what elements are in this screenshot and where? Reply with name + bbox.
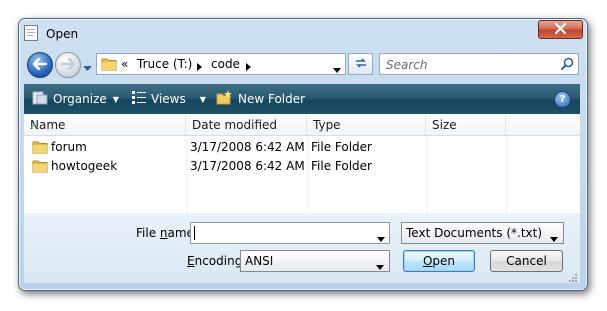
column-header-date[interactable]: Date modified (186, 114, 307, 136)
file-name: howtogeek (51, 159, 118, 173)
chevron-down-icon: ▼ (199, 94, 206, 104)
file-date: 3/17/2008 6:42 AM (190, 159, 305, 173)
resize-grip-icon[interactable] (567, 271, 577, 285)
sort-ascending-icon (29, 118, 40, 132)
window-title: Open (46, 27, 79, 41)
file-type: File Folder (311, 159, 372, 173)
breadcrumb-overflow[interactable]: « (121, 57, 128, 71)
search-icon[interactable] (560, 57, 574, 74)
chevron-down-icon (83, 61, 92, 75)
column-header-type[interactable]: Type (307, 114, 426, 136)
recent-pages-button[interactable] (83, 61, 92, 75)
column-header-filler (506, 114, 580, 136)
cancel-button[interactable]: Cancel (490, 250, 563, 272)
chevron-down-icon (550, 231, 558, 245)
folder-icon (101, 57, 117, 74)
file-list[interactable]: Name Date modified Type Size forum 3/17/… (24, 114, 580, 213)
file-type: File Folder (311, 140, 372, 154)
views-button[interactable]: Views ▼ (132, 84, 206, 114)
column-header-size[interactable]: Size (426, 114, 506, 136)
forward-arrow-icon (60, 57, 76, 73)
file-name-label: File name: (136, 226, 198, 240)
file-type-value: Text Documents (*.txt) (406, 226, 543, 240)
triangle-right-icon[interactable] (246, 60, 251, 74)
close-icon (554, 22, 567, 37)
encoding-value: ANSI (245, 254, 274, 268)
chevron-down-icon (376, 259, 384, 273)
back-button[interactable] (27, 52, 53, 78)
organize-button[interactable]: Organize ▼ (32, 84, 119, 114)
cancel-label: Cancel (506, 254, 547, 268)
help-icon: ? (559, 94, 566, 105)
file-name: forum (51, 140, 87, 154)
text-cursor (194, 226, 195, 240)
views-icon (132, 91, 146, 107)
breadcrumb-folder[interactable]: code (211, 57, 240, 71)
new-folder-icon (216, 90, 233, 108)
folder-icon (32, 140, 48, 157)
help-button[interactable]: ? (554, 91, 571, 108)
search-input[interactable]: Search (379, 53, 579, 75)
encoding-label: Encoding: (187, 254, 247, 268)
file-row[interactable]: forum 3/17/2008 6:42 AM File Folder (24, 138, 580, 157)
column-header-label: Size (432, 118, 457, 132)
organize-label: Organize (53, 92, 107, 106)
open-label: Open (422, 254, 456, 268)
column-header-label: Type (313, 118, 341, 132)
file-name-field[interactable] (190, 222, 390, 244)
triangle-right-icon[interactable] (197, 60, 202, 74)
new-folder-button[interactable]: New Folder (216, 84, 305, 114)
file-row[interactable]: howtogeek 3/17/2008 6:42 AM File Folder (24, 157, 580, 176)
new-folder-label: New Folder (238, 92, 306, 106)
file-date: 3/17/2008 6:42 AM (190, 140, 305, 154)
folder-icon (32, 159, 48, 176)
chevron-down-icon: ▼ (112, 94, 119, 104)
breadcrumb-drive[interactable]: Truce (T:) (137, 57, 192, 71)
open-button[interactable]: Open (403, 250, 475, 272)
encoding-select[interactable]: ANSI (240, 250, 390, 272)
open-dialog-icon (24, 25, 38, 41)
search-placeholder: Search (386, 58, 428, 72)
views-label: Views (151, 92, 186, 106)
organize-icon (32, 91, 48, 108)
address-dropdown-icon[interactable] (333, 62, 341, 76)
file-type-select[interactable]: Text Documents (*.txt) (401, 222, 564, 244)
refresh-icon (354, 57, 368, 72)
refresh-button[interactable] (348, 53, 373, 75)
column-header-label: Date modified (192, 118, 278, 132)
chevron-down-icon[interactable] (377, 231, 385, 245)
close-button[interactable] (538, 20, 583, 39)
address-bar[interactable]: « Truce (T:) code (96, 53, 346, 75)
forward-button[interactable] (55, 52, 81, 78)
back-arrow-icon (32, 57, 48, 73)
column-header-name[interactable]: Name (24, 114, 186, 136)
